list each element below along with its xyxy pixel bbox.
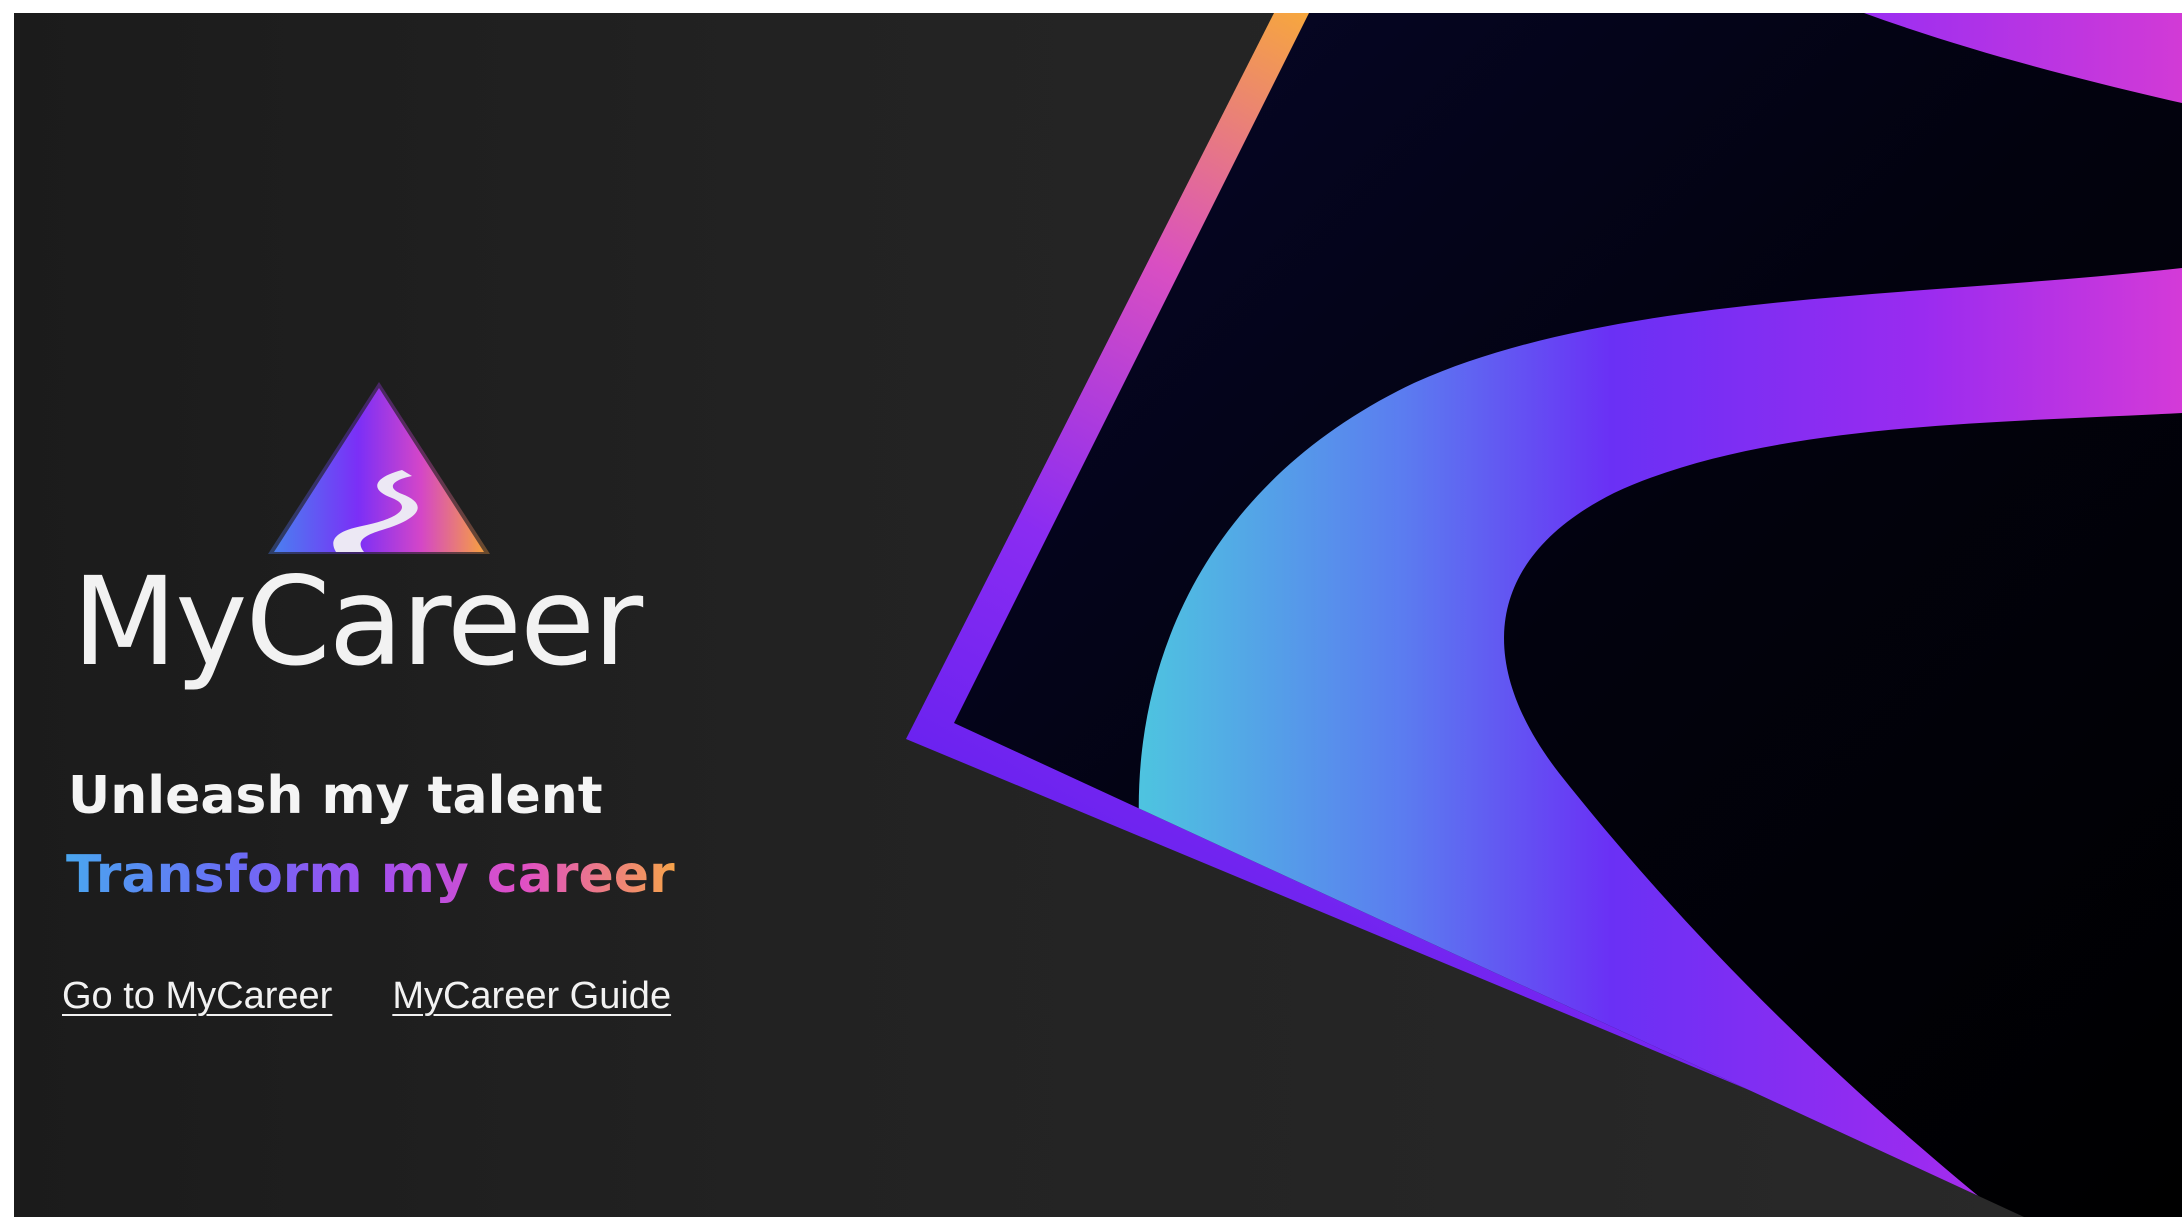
link-row: Go to MyCareer MyCareer Guide [62, 975, 671, 1018]
go-to-mycareer-link[interactable]: Go to MyCareer [62, 975, 332, 1018]
dark-panel [954, 13, 2182, 1217]
mycareer-guide-link[interactable]: MyCareer Guide [392, 975, 671, 1018]
tagline-unleash: Unleash my talent [68, 766, 603, 826]
brand-title: MyCareer [72, 551, 643, 693]
hero-banner: MyCareer Unleash my talent Transform my … [14, 13, 2182, 1217]
tagline-transform: Transform my career [66, 845, 675, 905]
mountain-path-icon [268, 382, 490, 554]
